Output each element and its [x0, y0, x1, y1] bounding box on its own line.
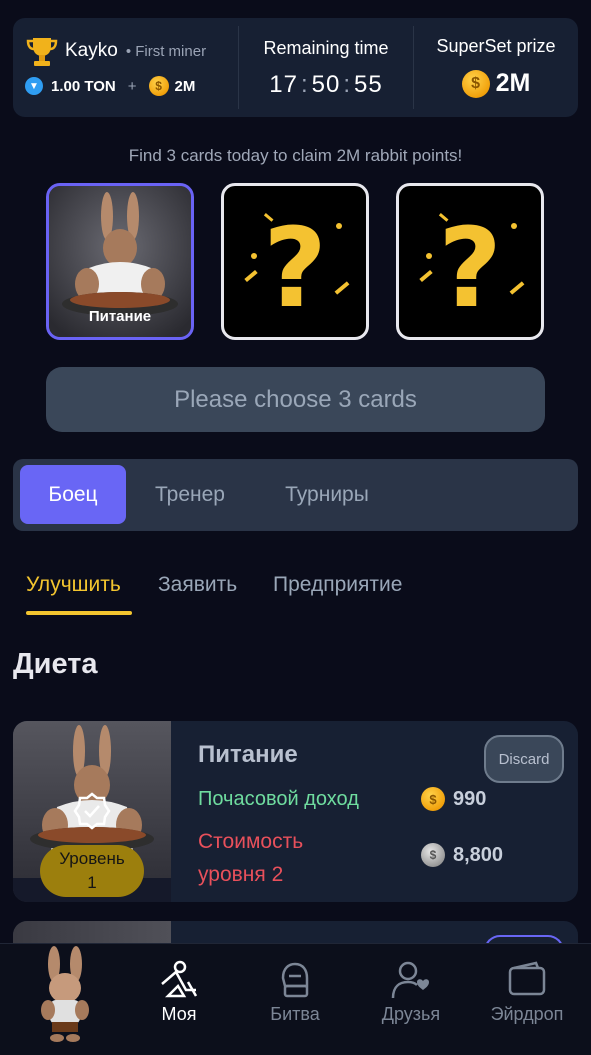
silver-coin-icon: $	[421, 843, 445, 867]
timer-hours: 17	[269, 71, 298, 98]
timer-minutes: 50	[311, 71, 341, 98]
subtab-enterprise[interactable]: Предприятие	[273, 573, 402, 597]
timer-block: Remaining time 17:50:55	[239, 18, 413, 117]
active-subtab-indicator	[26, 611, 132, 615]
boxing-glove-icon	[281, 962, 309, 998]
subtab-claim[interactable]: Заявить	[158, 573, 237, 597]
choose-cards-button[interactable]: Please choose 3 cards	[46, 367, 545, 432]
tab-tournaments[interactable]: Турниры	[263, 465, 391, 524]
timer-seconds: 55	[354, 71, 383, 98]
prize-label: SuperSet prize	[436, 36, 556, 56]
ton-balance: 1.00 TON	[51, 77, 116, 95]
friends-icon	[391, 961, 429, 999]
bottom-nav: Моя Битва Друзья Эйрдроп	[0, 943, 591, 1055]
level-value: 1	[87, 873, 97, 892]
level-label: Уровень	[59, 849, 125, 868]
upgrade-cost-label: Стоимость уровня 2	[198, 830, 304, 886]
badge-check-icon	[73, 792, 111, 830]
nav-battle[interactable]: Битва	[245, 960, 345, 1025]
nav-label: Эйрдроп	[490, 1004, 564, 1024]
hourly-income-value: 990	[453, 787, 487, 810]
question-mark-icon: ?	[419, 204, 525, 332]
upgrade-cost-value: 8,800	[453, 843, 504, 866]
timer-separator: :	[343, 71, 352, 98]
subtab-upgrade[interactable]: Улучшить	[26, 573, 121, 597]
category-tabs: Боец Тренер Турниры	[13, 459, 578, 531]
timer-separator: :	[300, 71, 309, 98]
nav-label: Моя	[161, 1004, 197, 1024]
card-slot-2[interactable]: ?	[221, 183, 369, 340]
discard-button[interactable]: Discard	[484, 735, 564, 783]
coin-icon: $	[148, 76, 169, 96]
item-name: Питание	[198, 741, 298, 768]
user-block[interactable]: Kayko • First miner ▼ 1.00 TON + $ 2M	[13, 18, 238, 117]
countdown-timer: 17:50:55	[239, 71, 413, 99]
hourly-income: $ 990	[421, 787, 486, 811]
card-slot-3[interactable]: ?	[396, 183, 544, 340]
item-image: Уровень 1	[13, 721, 171, 902]
nav-airdrop[interactable]: Эйрдроп	[477, 960, 577, 1025]
nav-friends[interactable]: Друзья	[361, 960, 461, 1025]
svg-text:?: ?	[263, 204, 327, 332]
plus-sign: +	[127, 77, 137, 95]
nav-label: Битва	[270, 1004, 320, 1024]
card-slot-1[interactable]: Питание	[46, 183, 194, 340]
rabbit-avatar[interactable]	[30, 944, 100, 1044]
coin-icon: $	[461, 69, 490, 98]
remaining-time-label: Remaining time	[263, 38, 389, 58]
coin-icon: $	[421, 787, 445, 811]
daily-notice: Find 3 cards today to claim 2M rabbit po…	[128, 146, 463, 165]
stats-card: Kayko • First miner ▼ 1.00 TON + $ 2M Re…	[13, 18, 578, 117]
nav-label: Друзья	[381, 1004, 441, 1024]
svg-text:?: ?	[438, 204, 502, 332]
hourly-income-label: Почасовой доход	[198, 788, 359, 810]
prize-block: SuperSet prize $ 2M	[414, 18, 578, 117]
prize-value: 2M	[495, 69, 531, 97]
question-mark-icon: ?	[244, 204, 350, 332]
level-badge: Уровень 1	[40, 845, 144, 897]
tab-fighter[interactable]: Боец	[20, 465, 126, 524]
miner-icon	[161, 960, 198, 998]
upgrade-card[interactable]: Уровень 1 Питание Discard Почасовой дохо…	[13, 721, 578, 902]
card-slots: Питание ? ?	[46, 183, 546, 341]
ton-icon: ▼	[25, 77, 43, 95]
tab-trainer[interactable]: Тренер	[138, 465, 242, 524]
card-label: Питание	[88, 308, 152, 325]
section-title: Диета	[13, 648, 98, 680]
upgrade-cost: $ 8,800	[421, 843, 503, 867]
user-name: Kayko	[65, 40, 118, 61]
wallet-icon	[508, 961, 546, 996]
user-tag: • First miner	[125, 42, 207, 60]
coin-balance: 2M	[174, 77, 196, 95]
nav-mine[interactable]: Моя	[129, 960, 229, 1025]
trophy-icon	[26, 38, 58, 66]
